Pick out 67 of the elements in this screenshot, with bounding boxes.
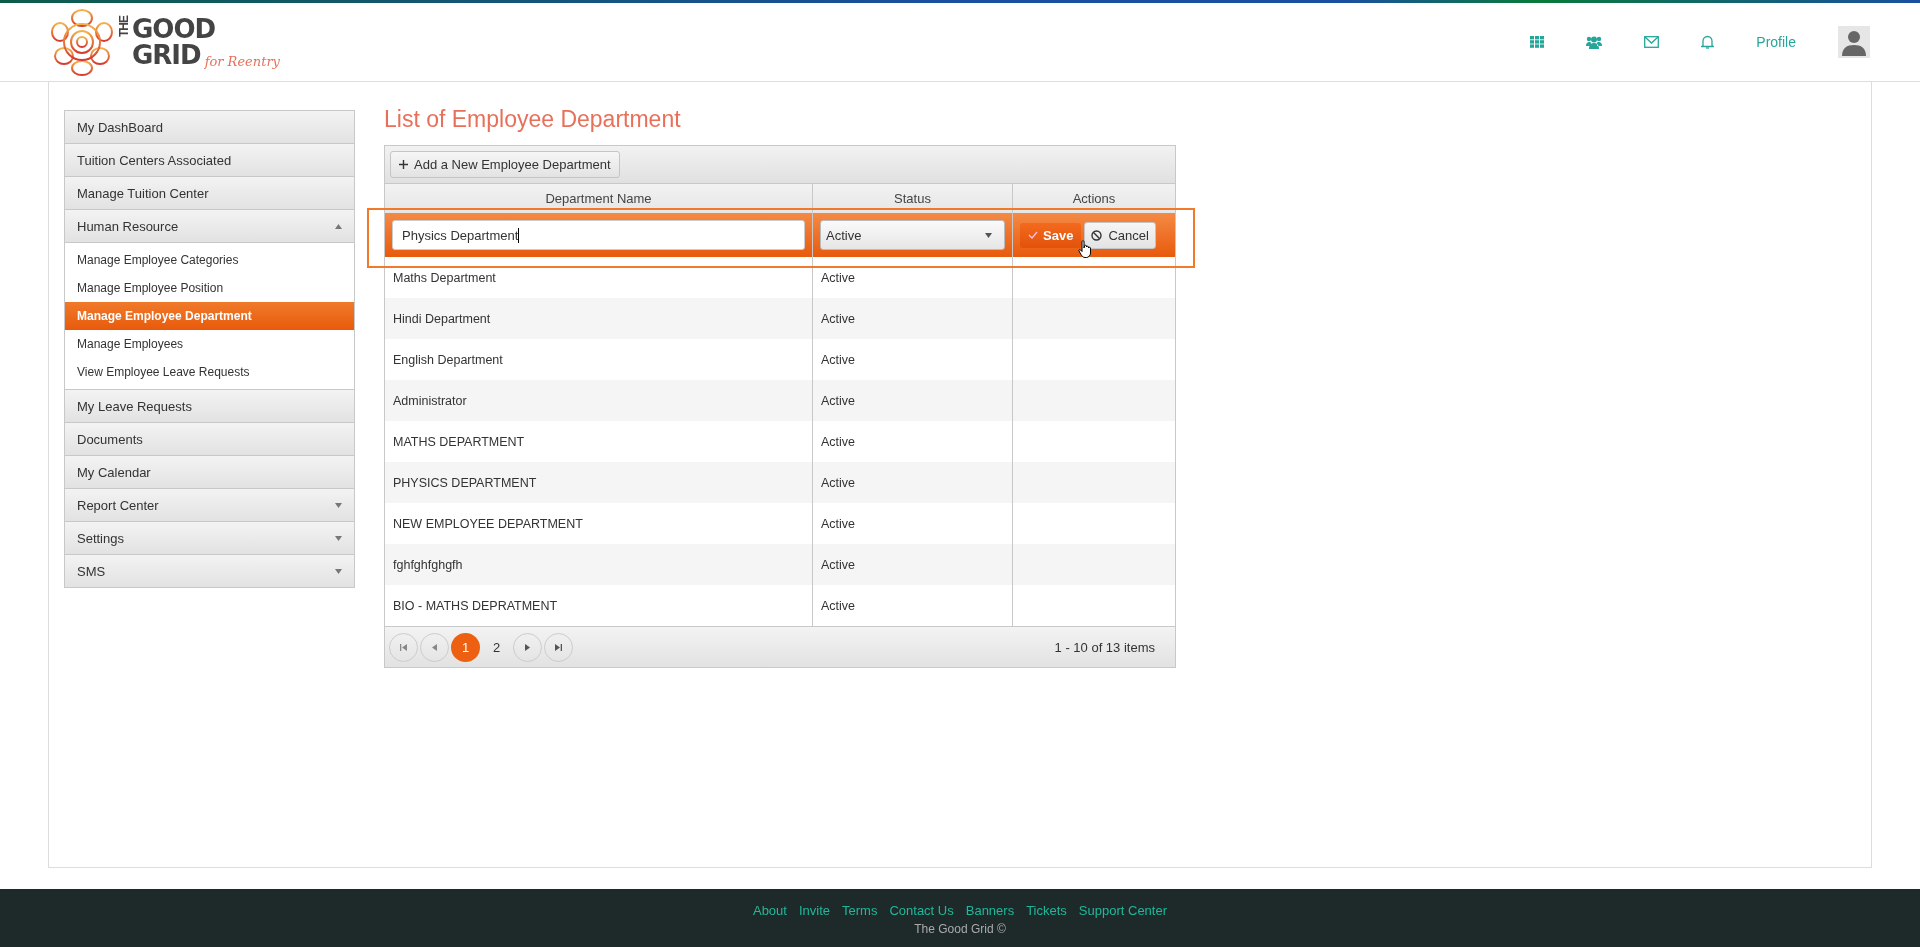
add-button[interactable]: Add a New Employee Department (390, 151, 620, 178)
table-cell: Administrator (385, 380, 813, 421)
cancel-button[interactable]: Cancel (1084, 221, 1156, 249)
footer-link[interactable]: Terms (842, 902, 878, 918)
left-triangle-icon (432, 643, 437, 651)
sidebar-item[interactable]: My Calendar (65, 456, 354, 489)
envelope-icon[interactable] (1644, 36, 1660, 48)
footer-link[interactable]: Tickets (1026, 902, 1067, 918)
footer-link[interactable]: Support Center (1078, 902, 1168, 918)
sidebar-item-label: SMS (77, 563, 106, 579)
table-cell: Active (813, 462, 1013, 503)
sidebar-item-label: My Leave Requests (77, 398, 192, 414)
table-cell: Active (813, 544, 1013, 585)
sidebar-item-label: Human Resource (77, 218, 179, 234)
table-cell: PHYSICS DEPARTMENT (385, 462, 813, 503)
cancel-icon (1091, 229, 1103, 241)
footer-link[interactable]: Banners (965, 902, 1015, 918)
sidebar-subitem[interactable]: View Employee Leave Requests (65, 358, 354, 386)
footer-link[interactable]: Contact Us (889, 902, 954, 918)
users-icon[interactable] (1586, 35, 1603, 49)
sidebar-item[interactable]: Manage Tuition Center (65, 177, 354, 210)
footer-link[interactable]: Invite (798, 902, 831, 918)
sidebar-item[interactable]: My DashBoard (65, 111, 354, 144)
table-cell: Active (813, 380, 1013, 421)
copyright-text: The Good Grid © (914, 921, 1006, 936)
sidebar-item-label: Documents (77, 431, 143, 447)
table-cell: Active (813, 298, 1013, 339)
hand-cursor-icon (1078, 240, 1092, 258)
logo-text: THE (118, 16, 130, 37)
check-icon (1028, 231, 1038, 239)
sidebar-item[interactable]: SMS (65, 555, 354, 587)
sidebar-item-label: Report Center (77, 497, 159, 513)
bell-icon[interactable] (1701, 35, 1715, 49)
sidebar-item[interactable]: Tuition Centers Associated (65, 144, 354, 177)
page-button[interactable]: 2 (482, 632, 511, 662)
logo-tagline: for Reentry (204, 55, 280, 68)
name-input-field[interactable]: Physics Department (392, 220, 805, 250)
sidebar-item[interactable]: Report Center (65, 489, 354, 522)
sidebar-item-label: My Calendar (77, 464, 151, 480)
page-title: List of Employee Department (384, 106, 682, 133)
sidebar-item[interactable]: Settings (65, 522, 354, 555)
last-page-icon (555, 643, 562, 651)
sidebar-item-label: Manage Tuition Center (77, 185, 209, 201)
pager-summary: 1 - 10 of 13 items (1054, 639, 1156, 655)
plus-icon (399, 160, 408, 169)
sidebar-item-label: Tuition Centers Associated (77, 152, 232, 168)
sidebar-item[interactable]: My Leave Requests (65, 390, 354, 423)
sidebar-item[interactable]: Human Resource (65, 210, 354, 243)
sidebar-item-label: Settings (77, 530, 124, 546)
right-triangle-icon (525, 643, 530, 651)
column-header[interactable]: Actions (1013, 184, 1175, 213)
flower-logo-icon (50, 8, 114, 76)
grid-icon[interactable] (1530, 36, 1545, 48)
sidebar-subitem[interactable]: Manage Employee Categories (65, 246, 354, 274)
sidebar-subitem[interactable]: Manage Employee Position (65, 274, 354, 302)
table-cell: fghfghfghgfh (385, 544, 813, 585)
sidebar-subitem[interactable]: Manage Employees (65, 330, 354, 358)
status-dropdown[interactable]: Active (820, 220, 1005, 250)
sidebar-item[interactable]: Documents (65, 423, 354, 456)
table-cell: Hindi Department (385, 298, 813, 339)
first-page-icon (400, 643, 407, 651)
logo-text: GOOD (132, 16, 217, 42)
footer-link[interactable]: About (752, 902, 787, 918)
avatar-icon[interactable] (1838, 26, 1870, 58)
sidebar-item-label: My DashBoard (77, 119, 163, 135)
logo-text: GRID (132, 42, 201, 68)
caret-icon (985, 232, 992, 238)
